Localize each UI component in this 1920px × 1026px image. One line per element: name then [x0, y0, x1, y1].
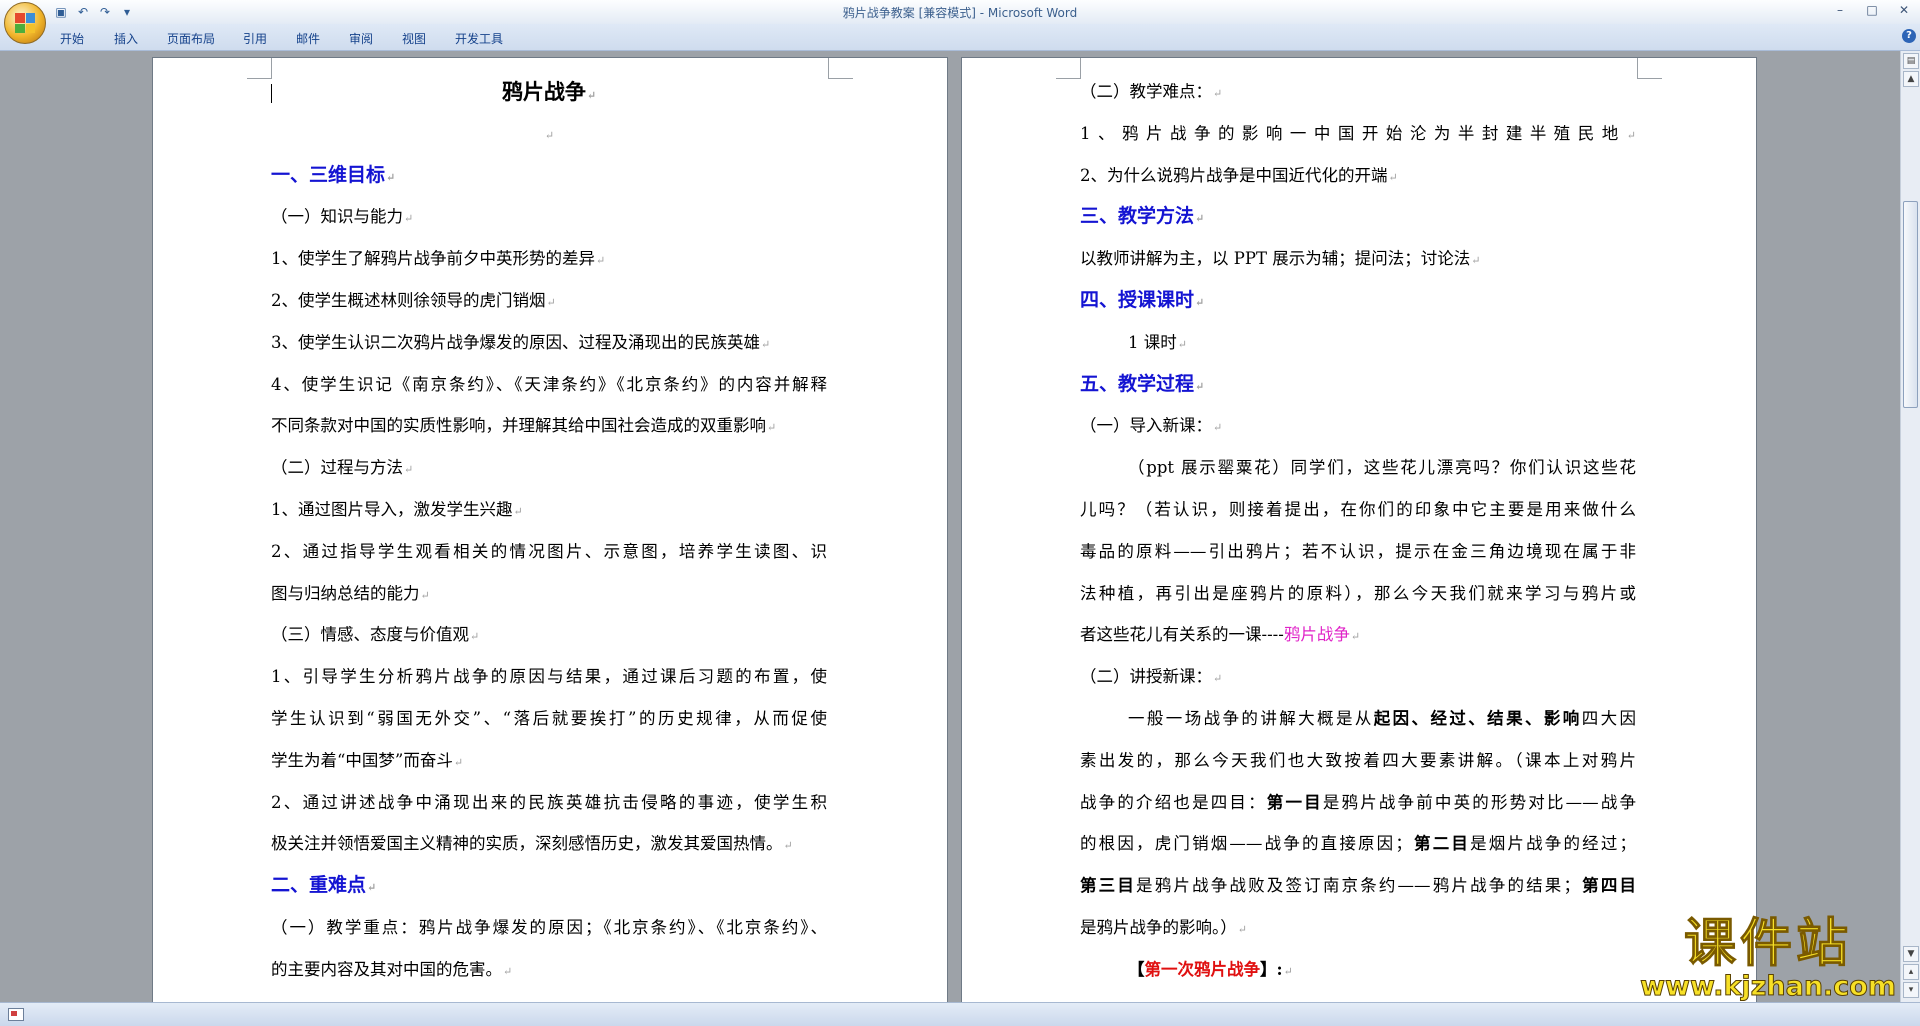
text-line: （一）教学重点：鸦片战争爆发的原因；《北京条约》、《北京条约》、 [271, 917, 827, 937]
watermark-logo: 课件站 www.kjzhan.com [1640, 914, 1897, 1002]
tab-view[interactable]: 视图 [402, 30, 426, 47]
tab-review[interactable]: 审阅 [349, 30, 373, 47]
text-line: （三）情感、态度与价值观↵ [271, 625, 480, 645]
text-line: 1、通过图片导入，激发学生兴趣↵ [271, 499, 523, 519]
text-line: （ppt 展示罂粟花）同学们，这些花儿漂亮吗？你们认识这些花 [1128, 458, 1636, 478]
document-title: 鸦片战争↵ [501, 79, 597, 104]
vertical-scrollbar[interactable]: ▤ ▲ ▼ ▴ ▾ [1900, 51, 1920, 1002]
tab-developer[interactable]: 开发工具 [455, 30, 503, 47]
text-line: 学生认识到“弱国无外交”、“落后就要挨打”的历史规律，从而促使 [271, 708, 827, 728]
prev-page-icon[interactable]: ▴ [1903, 964, 1919, 980]
next-page-icon[interactable]: ▾ [1903, 982, 1919, 998]
section-heading: 三、教学方法↵ [1080, 205, 1205, 228]
tab-mailings[interactable]: 邮件 [296, 30, 320, 47]
scroll-down-icon[interactable]: ▼ [1903, 946, 1919, 962]
tab-insert[interactable]: 插入 [114, 30, 138, 47]
office-logo-icon [15, 13, 35, 33]
text-line: 2、为什么说鸦片战争是中国近代化的开端↵ [1080, 165, 1398, 185]
text-line: （一）导入新课：↵ [1080, 416, 1223, 436]
text-line: 1 课时↵ [1128, 332, 1187, 352]
watermark-brand: 课件站 [1684, 914, 1853, 974]
tab-references[interactable]: 引用 [243, 30, 267, 47]
text-line: 极关注并领悟爱国主义精神的实质，深刻感悟历史，激发其爱国热情。↵ [271, 834, 793, 854]
highlight-text: 鸦片战争 [1283, 625, 1350, 645]
crop-mark [1637, 58, 1662, 79]
text-line: （二）教学难点：↵ [1080, 82, 1223, 101]
text-line: （二）过程与方法↵ [271, 458, 414, 478]
text-line: 3、使学生认识二次鸦片战争爆发的原因、过程及涌现出的民族英雄↵ [271, 332, 771, 352]
text-line: 1、引导学生分析鸦片战争的原因与结果，通过课后习题的布置，使 [271, 667, 827, 687]
text-line: 一般一场战争的讲解大概是从起因、经过、结果、影响四大因 [1128, 708, 1636, 728]
watermark-url: www.kjzhan.com [1640, 971, 1897, 1002]
section-heading: 一、三维目标↵ [271, 163, 396, 186]
text-cursor [271, 84, 272, 103]
text-line: 1、鸦片战争的影响一中国开始沦为半封建半殖民地↵ [1080, 123, 1636, 143]
scrollbar-thumb[interactable] [1903, 201, 1918, 408]
ruler-toggle-icon[interactable]: ▤ [1903, 53, 1919, 69]
text-line: 的主要内容及其对中国的危害。↵ [271, 959, 513, 979]
text-line: 学生为着“中国梦”而奋斗↵ [271, 750, 464, 770]
text-line: （一）知识与能力↵ [271, 207, 414, 227]
text-line: 【第一次鸦片战争】:↵ [1128, 959, 1293, 979]
text-line: 的根因，虎门销烟——战争的直接原因；第二目是烟片战争的经过； [1080, 834, 1636, 854]
status-bar [0, 1002, 1920, 1026]
close-button[interactable]: ✕ [1888, 0, 1920, 20]
office-button[interactable] [4, 2, 46, 44]
scroll-up-icon[interactable]: ▲ [1903, 71, 1919, 87]
page-right[interactable]: （二）教学难点：↵ 1、鸦片战争的影响一中国开始沦为半封建半殖民地↵ 2、为什么… [961, 57, 1757, 1002]
text-line: 是鸦片战争的影响。）↵ [1080, 917, 1247, 937]
tab-page-layout[interactable]: 页面布局 [167, 30, 215, 47]
text-line: 不同条款对中国的实质性影响，并理解其给中国社会造成的双重影响↵ [271, 416, 777, 436]
minimize-button[interactable]: – [1824, 0, 1856, 20]
text-line: 图与归纳总结的能力↵ [271, 583, 430, 603]
window-title: 鸦片战争教案 [兼容模式] - Microsoft Word [842, 6, 1078, 20]
text-line: 以教师讲解为主，以 PPT 展示为辅；提问法；讨论法↵ [1080, 249, 1481, 269]
maximize-button[interactable]: □ [1856, 0, 1888, 20]
page-left[interactable]: 鸦片战争↵ ↵ 一、三维目标↵ （一）知识与能力↵ 1、使学生了解鸦片战争前夕中英形势的… [152, 57, 948, 1002]
text-line: 2、通过指导学生观看相关的情况图片、示意图，培养学生读图、识 [271, 541, 827, 561]
help-icon[interactable]: ? [1902, 29, 1916, 43]
text-line: ↵ [544, 128, 555, 142]
text-line: 法种植，再引出是座鸦片的原料），那么今天我们就来学习与鸦片或 [1080, 583, 1636, 603]
text-line: 素出发的，那么今天我们也大致按着四大要素讲解。（课本上对鸦片 [1080, 750, 1636, 770]
crop-mark [828, 58, 853, 79]
text-line: 1、使学生了解鸦片战争前夕中英形势的差异↵ [271, 249, 606, 269]
text-line: 第三目是鸦片战争战败及签订南京条约——鸦片战争的结果；第四目 [1080, 876, 1636, 896]
text-line: 4、使学生识记《南京条约》、《天津条约》《北京条约》的内容并解释 [271, 374, 827, 394]
ribbon-tab-bar: 开始 插入 页面布局 引用 邮件 审阅 视图 开发工具 ? [0, 24, 1920, 51]
right-page-text: （二）教学难点：↵ 1、鸦片战争的影响一中国开始沦为半封建半殖民地↵ 2、为什么… [1080, 71, 1636, 991]
left-page-text: 鸦片战争↵ ↵ 一、三维目标↵ （一）知识与能力↵ 1、使学生了解鸦片战争前夕中英形势的… [271, 71, 827, 991]
text-line: （二）讲授新课：↵ [1080, 667, 1223, 687]
crop-mark [247, 58, 272, 79]
text-line: 战争的介绍也是四目：第一目是鸦片战争前中英的形势对比——战争 [1080, 792, 1636, 812]
title-bar: ▣ ↶ ↷ ▾ 鸦片战争教案 [兼容模式] - Microsoft Word –… [0, 0, 1920, 25]
text-line: 毒品的原料——引出鸦片；若不认识，提示在金三角边境现在属于非 [1080, 541, 1636, 561]
text-line: 者这些花儿有关系的一课----鸦片战争↵ [1080, 625, 1361, 645]
section-heading: 五、教学过程↵ [1080, 372, 1205, 395]
text-line: 2、通过讲述战争中涌现出来的民族英雄抗击侵略的事迹，使学生积 [271, 792, 827, 812]
text-line: 2、使学生概述林则徐领导的虎门销烟↵ [271, 290, 556, 310]
crop-mark [1056, 58, 1081, 79]
macro-record-icon[interactable] [8, 1008, 24, 1021]
document-area: 鸦片战争↵ ↵ 一、三维目标↵ （一）知识与能力↵ 1、使学生了解鸦片战争前夕中英形势的… [0, 51, 1901, 1002]
section-heading: 二、重难点↵ [271, 874, 377, 897]
text-line: 儿吗？（若认识，则接着提出，在你们的印象中它主要是用来做什么 [1080, 499, 1636, 519]
tab-home[interactable]: 开始 [60, 30, 84, 47]
window-controls: – □ ✕ [1824, 0, 1920, 20]
section-heading: 四、授课课时↵ [1080, 288, 1205, 311]
